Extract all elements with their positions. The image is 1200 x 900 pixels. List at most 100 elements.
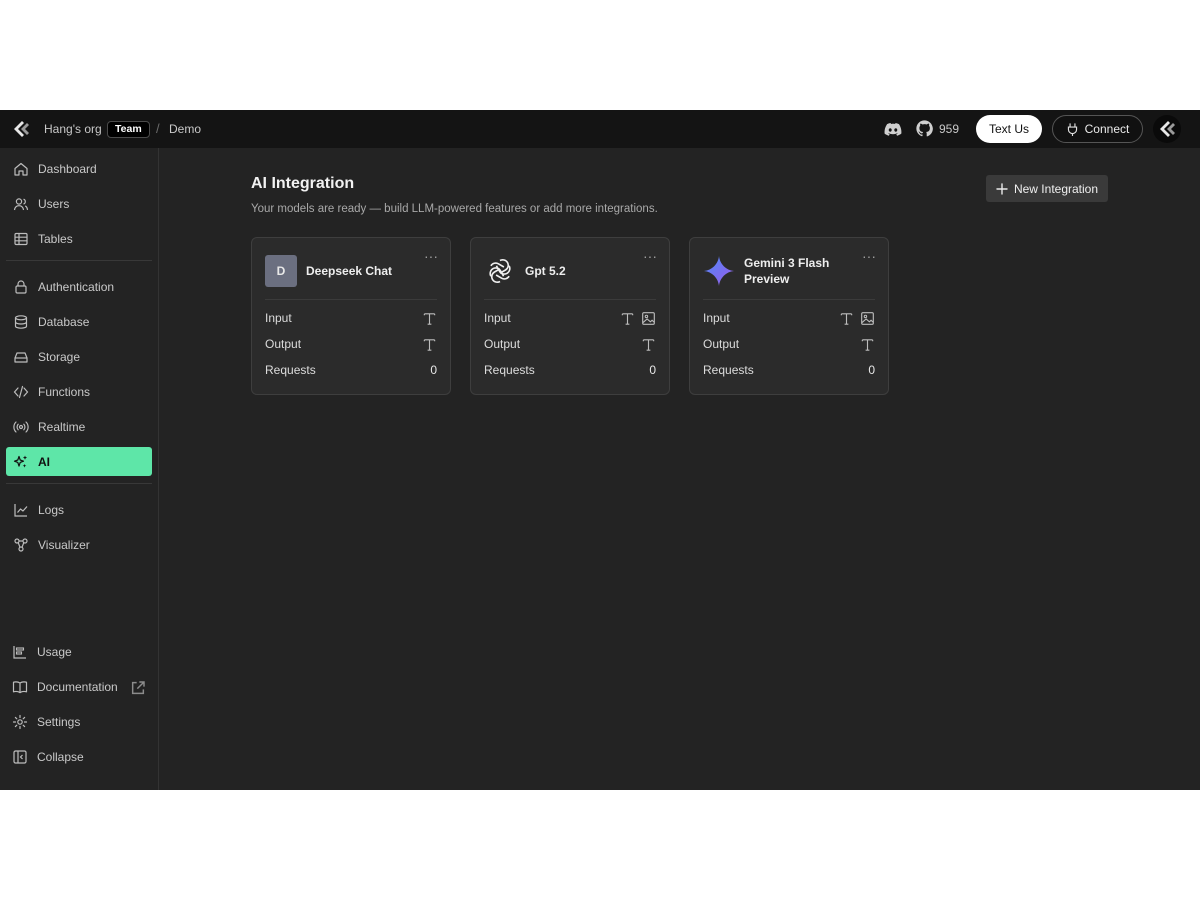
sidebar-item-authentication[interactable]: Authentication bbox=[6, 272, 152, 301]
integration-card-gemini[interactable]: Gemini 3 Flash Preview ··· Input Output … bbox=[689, 237, 889, 395]
lock-icon bbox=[15, 279, 27, 294]
text-type-icon bbox=[861, 338, 874, 351]
breadcrumb-separator: / bbox=[156, 121, 160, 136]
deepseek-letter-avatar: D bbox=[265, 255, 297, 287]
requests-label: Requests bbox=[484, 363, 535, 377]
sidebar-item-label: AI bbox=[38, 454, 50, 469]
sidebar-item-documentation[interactable]: Documentation bbox=[6, 672, 152, 701]
storage-icon bbox=[14, 351, 28, 363]
output-label: Output bbox=[703, 337, 740, 351]
sidebar: Dashboard Users Tables Authentication Da… bbox=[0, 148, 159, 790]
integration-name: Gemini 3 Flash Preview bbox=[744, 256, 830, 286]
app-logo-icon[interactable] bbox=[12, 120, 30, 138]
output-label: Output bbox=[484, 337, 521, 351]
text-type-icon bbox=[840, 312, 853, 325]
sidebar-item-ai[interactable]: AI bbox=[6, 447, 152, 476]
input-row: Input bbox=[484, 308, 656, 328]
sidebar-item-label: Realtime bbox=[38, 419, 86, 434]
connect-button[interactable]: Connect bbox=[1052, 115, 1143, 143]
more-options-icon[interactable]: ··· bbox=[643, 248, 657, 264]
sidebar-item-storage[interactable]: Storage bbox=[6, 342, 152, 371]
card-divider bbox=[484, 299, 656, 300]
github-icon[interactable] bbox=[916, 120, 933, 137]
requests-row: Requests 0 bbox=[484, 360, 656, 380]
sidebar-item-label: Collapse bbox=[37, 749, 84, 764]
more-options-icon[interactable]: ··· bbox=[862, 248, 876, 264]
output-row: Output bbox=[265, 334, 437, 354]
sidebar-item-realtime[interactable]: Realtime bbox=[6, 412, 152, 441]
output-row: Output bbox=[484, 334, 656, 354]
integration-card-deepseek[interactable]: D Deepseek Chat ··· Input Output Request… bbox=[251, 237, 451, 395]
sidebar-item-users[interactable]: Users bbox=[6, 189, 152, 218]
sidebar-item-tables[interactable]: Tables bbox=[6, 224, 152, 253]
sidebar-item-usage[interactable]: Usage bbox=[6, 637, 152, 666]
avatar[interactable] bbox=[1153, 115, 1181, 143]
plug-icon bbox=[1067, 122, 1077, 136]
sidebar-item-label: Documentation bbox=[37, 679, 118, 694]
sidebar-item-logs[interactable]: Logs bbox=[6, 495, 152, 524]
sidebar-item-settings[interactable]: Settings bbox=[6, 707, 152, 736]
top-bar: Hang's org Team / Demo 959 Text Us Conne… bbox=[0, 110, 1200, 148]
code-icon bbox=[13, 385, 29, 398]
integration-name: Deepseek Chat bbox=[306, 264, 393, 278]
sidebar-item-label: Storage bbox=[38, 349, 81, 364]
discord-icon[interactable] bbox=[884, 121, 902, 137]
card-divider bbox=[265, 299, 437, 300]
requests-row: Requests 0 bbox=[703, 360, 875, 380]
sidebar-item-label: Functions bbox=[38, 384, 91, 399]
sidebar-item-label: Settings bbox=[37, 714, 81, 729]
integration-card-gpt[interactable]: Gpt 5.2 ··· Input Output Requests 0 bbox=[470, 237, 670, 395]
sidebar-item-label: Visualizer bbox=[38, 537, 90, 552]
sidebar-item-dashboard[interactable]: Dashboard bbox=[6, 154, 152, 183]
output-label: Output bbox=[265, 337, 302, 351]
requests-count: 0 bbox=[868, 363, 875, 377]
sidebar-item-label: Users bbox=[38, 196, 70, 211]
more-options-icon[interactable]: ··· bbox=[424, 248, 438, 264]
collapse-icon bbox=[13, 749, 27, 764]
text-type-icon bbox=[423, 338, 436, 351]
home-icon bbox=[14, 162, 28, 176]
graph-icon bbox=[14, 537, 28, 552]
sparkles-icon bbox=[13, 455, 28, 468]
input-row: Input bbox=[703, 308, 875, 328]
text-type-icon bbox=[621, 312, 634, 325]
sidebar-item-label: Tables bbox=[38, 231, 73, 246]
output-row: Output bbox=[703, 334, 875, 354]
new-integration-label: New Integration bbox=[1013, 181, 1099, 196]
input-label: Input bbox=[265, 311, 292, 325]
card-divider bbox=[703, 299, 875, 300]
sidebar-item-database[interactable]: Database bbox=[6, 307, 152, 336]
sidebar-item-label: Database bbox=[38, 314, 90, 329]
sidebar-item-collapse[interactable]: Collapse bbox=[6, 742, 152, 771]
text-us-button[interactable]: Text Us bbox=[976, 115, 1042, 143]
gemini-icon bbox=[704, 256, 734, 286]
breadcrumb-project[interactable]: Demo bbox=[169, 122, 201, 136]
usage-icon bbox=[13, 645, 26, 659]
database-icon bbox=[14, 314, 28, 329]
new-integration-button[interactable]: New Integration bbox=[986, 175, 1108, 202]
book-icon bbox=[12, 680, 28, 693]
requests-count: 0 bbox=[430, 363, 437, 377]
sidebar-item-label: Logs bbox=[38, 502, 65, 517]
input-label: Input bbox=[703, 311, 730, 325]
requests-label: Requests bbox=[265, 363, 316, 377]
text-type-icon bbox=[423, 312, 436, 325]
connect-label: Connect bbox=[1084, 122, 1130, 136]
sidebar-item-label: Dashboard bbox=[38, 161, 97, 176]
sidebar-item-label: Authentication bbox=[38, 279, 115, 294]
requests-label: Requests bbox=[703, 363, 754, 377]
page-title: AI Integration bbox=[251, 175, 355, 192]
github-stars-count[interactable]: 959 bbox=[939, 122, 959, 136]
page-subtitle: Your models are ready — build LLM-powere… bbox=[251, 203, 658, 215]
sidebar-item-functions[interactable]: Functions bbox=[6, 377, 152, 406]
avatar-logo-icon bbox=[1160, 121, 1175, 137]
sidebar-item-visualizer[interactable]: Visualizer bbox=[6, 530, 152, 559]
team-badge: Team bbox=[107, 121, 150, 138]
sidebar-divider bbox=[6, 483, 152, 484]
breadcrumb-org[interactable]: Hang's org bbox=[44, 122, 102, 136]
sidebar-item-label: Usage bbox=[37, 644, 72, 659]
sidebar-divider bbox=[6, 260, 152, 261]
app-window: Hang's org Team / Demo 959 Text Us Conne… bbox=[0, 110, 1200, 790]
requests-count: 0 bbox=[649, 363, 656, 377]
gear-icon bbox=[12, 714, 28, 729]
